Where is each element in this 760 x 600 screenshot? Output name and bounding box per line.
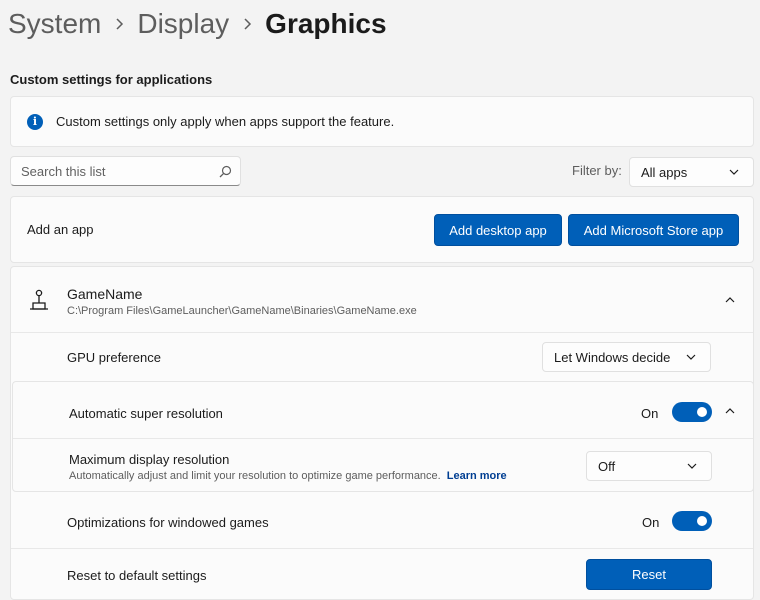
app-card: GameName C:\Program Files\GameLauncher\G…: [10, 266, 754, 600]
divider: [11, 332, 753, 333]
search-input[interactable]: [11, 157, 240, 185]
chevron-right-icon: [101, 17, 137, 31]
divider: [11, 548, 753, 549]
chevron-down-icon: [687, 463, 697, 469]
gpu-preference-dropdown[interactable]: Let Windows decide: [542, 342, 711, 372]
reset-label: Reset to default settings: [67, 568, 207, 583]
auto-super-resolution-label: Automatic super resolution: [69, 406, 223, 421]
info-text: Custom settings only apply when apps sup…: [56, 114, 395, 129]
auto-super-resolution-group: Automatic super resolution On Maximum di…: [12, 381, 753, 492]
breadcrumb-display[interactable]: Display: [137, 8, 229, 40]
chevron-down-icon: [729, 169, 739, 175]
app-path: C:\Program Files\GameLauncher\GameName\B…: [67, 305, 417, 317]
search-icon[interactable]: [219, 165, 232, 178]
max-display-resolution-dropdown[interactable]: Off: [586, 451, 712, 481]
description-text: Automatically adjust and limit your reso…: [69, 470, 441, 482]
add-app-row: Add an app Add desktop app Add Microsoft…: [10, 196, 754, 263]
add-store-app-button[interactable]: Add Microsoft Store app: [568, 214, 739, 246]
info-icon: i: [27, 113, 43, 130]
filter-dropdown[interactable]: All apps: [629, 157, 754, 187]
filter-value: All apps: [641, 164, 688, 180]
chevron-down-icon: [686, 354, 696, 360]
breadcrumb-system[interactable]: System: [8, 8, 101, 40]
breadcrumb-graphics: Graphics: [265, 8, 387, 39]
add-desktop-app-button[interactable]: Add desktop app: [434, 214, 562, 246]
add-app-label: Add an app: [27, 222, 94, 237]
windowed-optimizations-toggle[interactable]: [672, 511, 712, 531]
divider: [13, 438, 753, 439]
search-box: [10, 156, 241, 186]
windowed-optimizations-label: Optimizations for windowed games: [67, 515, 269, 530]
gpu-preference-label: GPU preference: [67, 350, 161, 365]
breadcrumb: System Display Graphics: [8, 4, 387, 44]
learn-more-link[interactable]: Learn more: [447, 470, 507, 482]
auto-super-resolution-state: On: [641, 406, 659, 421]
chevron-up-icon[interactable]: [723, 404, 737, 418]
gpu-preference-value: Let Windows decide: [554, 349, 671, 365]
chevron-right-icon: [229, 17, 265, 31]
filter-label: Filter by:: [572, 163, 622, 178]
chevron-up-icon[interactable]: [723, 293, 737, 307]
joystick-icon: [30, 289, 48, 310]
reset-button[interactable]: Reset: [586, 559, 712, 590]
max-display-resolution-value: Off: [598, 458, 616, 474]
section-title: Custom settings for applications: [10, 72, 213, 87]
max-display-resolution-description: Automatically adjust and limit your reso…: [69, 470, 507, 482]
max-display-resolution-label: Maximum display resolution: [69, 452, 230, 467]
windowed-optimizations-state: On: [642, 515, 660, 530]
app-name: GameName: [67, 286, 143, 302]
info-bar: i Custom settings only apply when apps s…: [10, 96, 754, 147]
auto-super-resolution-toggle[interactable]: [672, 402, 712, 422]
app-card-header[interactable]: GameName C:\Program Files\GameLauncher\G…: [11, 267, 753, 332]
